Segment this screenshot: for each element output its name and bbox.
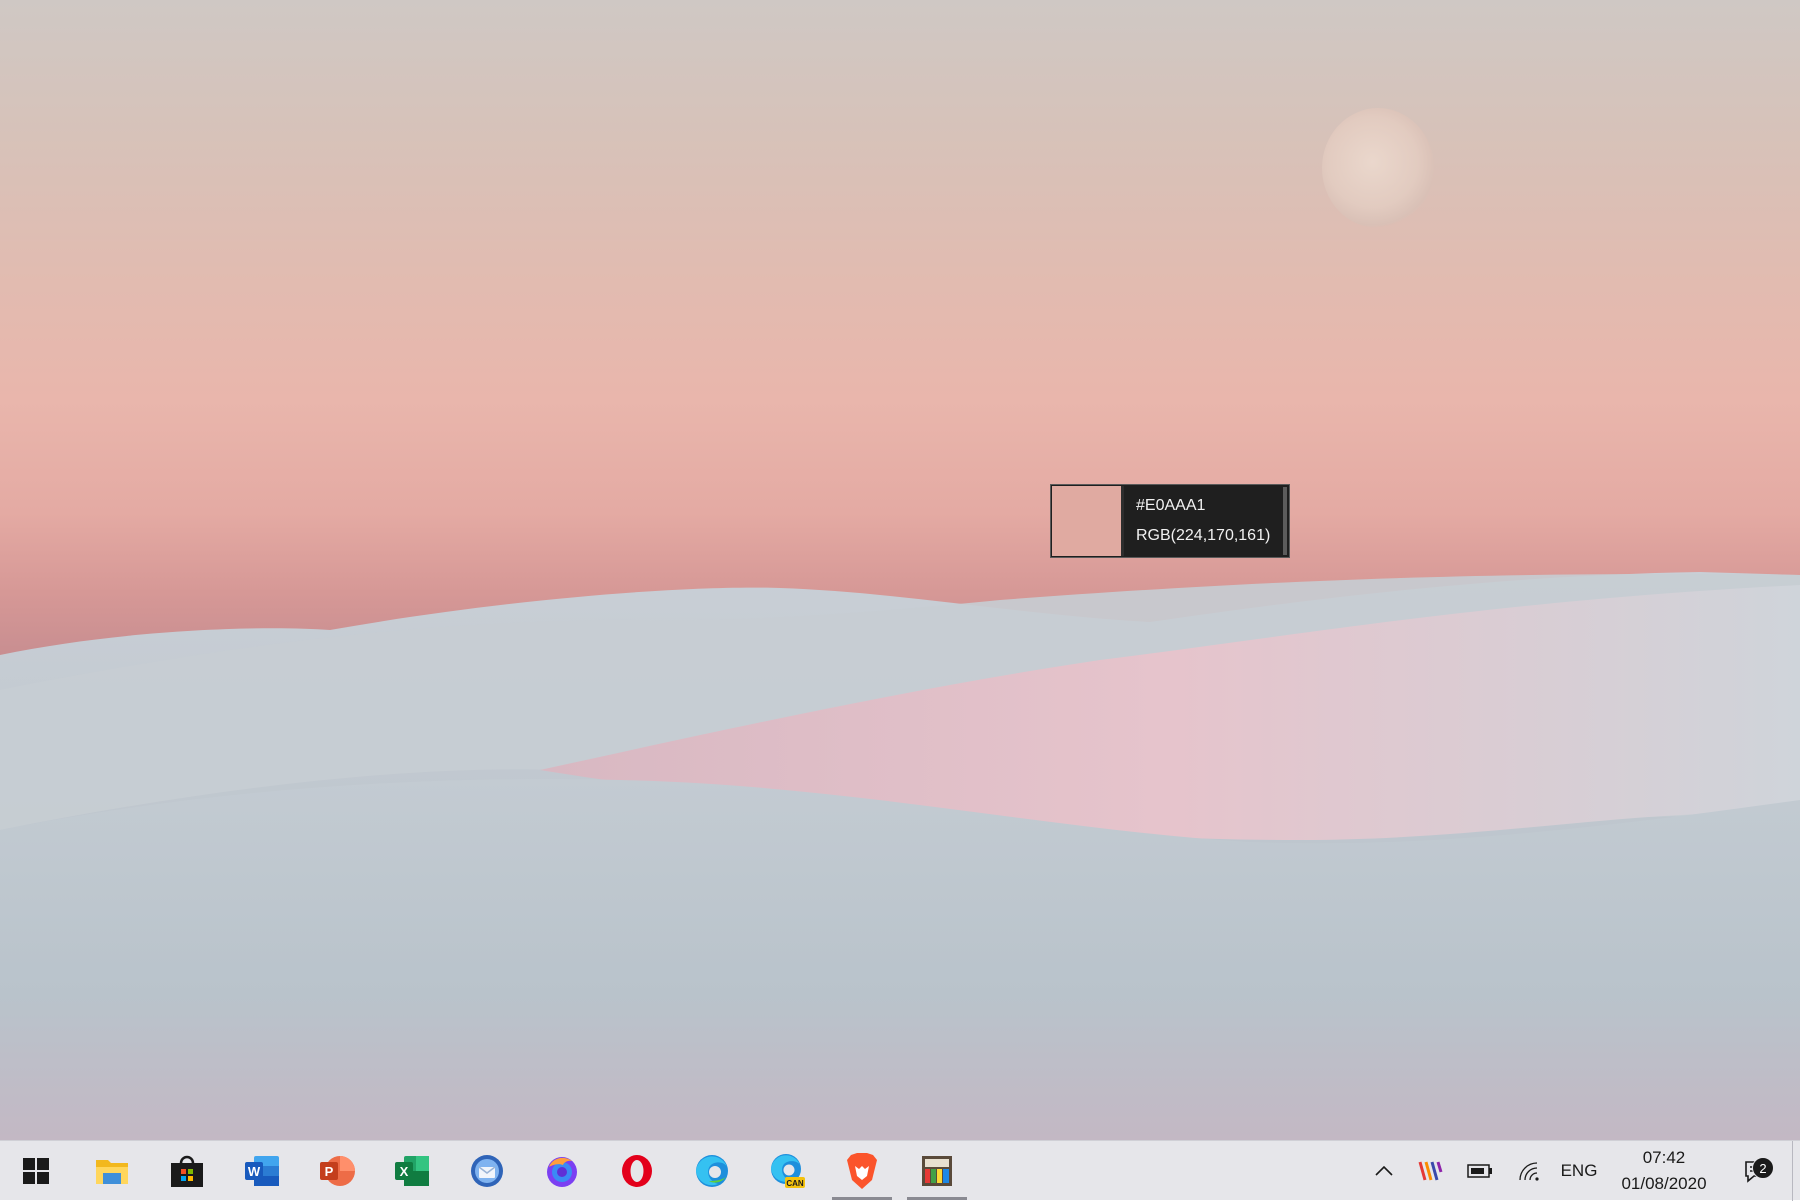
- opera-icon: [622, 1155, 652, 1187]
- network-button[interactable]: [1512, 1141, 1548, 1201]
- edge-canary-icon: CAN: [771, 1154, 805, 1188]
- powerpoint-button[interactable]: P: [301, 1141, 373, 1201]
- file-explorer-button[interactable]: [76, 1141, 148, 1201]
- color-picker-overlay: #E0AAA1 RGB(224,170,161): [1050, 484, 1290, 558]
- clock[interactable]: 07:42 01/08/2020: [1608, 1141, 1720, 1201]
- clock-time: 07:42: [1642, 1148, 1686, 1167]
- word-icon: W: [245, 1156, 279, 1186]
- edge-button[interactable]: [676, 1141, 748, 1201]
- svg-text:P: P: [325, 1164, 334, 1179]
- dunes: [0, 572, 1800, 1140]
- edge-icon: [696, 1155, 728, 1187]
- powertoys-button[interactable]: [901, 1141, 973, 1201]
- firefox-button[interactable]: [526, 1141, 598, 1201]
- color-swatch: [1052, 486, 1124, 556]
- start-button[interactable]: [0, 1141, 72, 1201]
- thunderbird-button[interactable]: [451, 1141, 523, 1201]
- folder-icon: [96, 1160, 128, 1184]
- windows-logo-icon: [23, 1158, 49, 1184]
- thunderbird-icon: [471, 1155, 503, 1187]
- store-bag-icon: [171, 1155, 203, 1187]
- show-hidden-icons-button[interactable]: [1368, 1141, 1400, 1201]
- notification-badge: 2: [1752, 1157, 1774, 1179]
- excel-icon: X: [395, 1156, 429, 1186]
- tray-app-button[interactable]: [1412, 1141, 1448, 1201]
- rgb-value: RGB(224,170,161): [1136, 527, 1271, 544]
- brave-lion-icon: [847, 1153, 877, 1189]
- edge-canary-button[interactable]: CAN: [751, 1141, 823, 1201]
- battery-icon: [1467, 1164, 1492, 1178]
- word-button[interactable]: W: [226, 1141, 298, 1201]
- desktop-wallpaper: #E0AAA1 RGB(224,170,161): [0, 0, 1800, 1140]
- chevron-up-icon: [1375, 1166, 1393, 1176]
- clock-date: 01/08/2020: [1621, 1174, 1707, 1193]
- svg-text:CAN: CAN: [786, 1179, 804, 1188]
- battery-button[interactable]: [1462, 1141, 1498, 1201]
- language-indicator[interactable]: ENG: [1556, 1141, 1602, 1201]
- action-center-button[interactable]: 2: [1732, 1141, 1780, 1201]
- tray-app-icon: [1418, 1161, 1443, 1181]
- microsoft-store-button[interactable]: [151, 1141, 223, 1201]
- taskbar: W P X CAN ENG 07:42 01/08/2020 2: [0, 1140, 1800, 1201]
- svg-text:W: W: [248, 1164, 261, 1179]
- brave-button[interactable]: [826, 1141, 898, 1201]
- hex-value: #E0AAA1: [1136, 497, 1206, 514]
- powertoys-icon: [922, 1156, 952, 1186]
- show-desktop-divider[interactable]: [1792, 1141, 1793, 1201]
- powerpoint-icon: P: [320, 1156, 355, 1186]
- wifi-icon: [1519, 1162, 1539, 1181]
- picker-edge: [1283, 487, 1287, 555]
- svg-text:X: X: [400, 1164, 409, 1179]
- excel-button[interactable]: X: [376, 1141, 448, 1201]
- opera-button[interactable]: [601, 1141, 673, 1201]
- firefox-icon: [547, 1157, 577, 1187]
